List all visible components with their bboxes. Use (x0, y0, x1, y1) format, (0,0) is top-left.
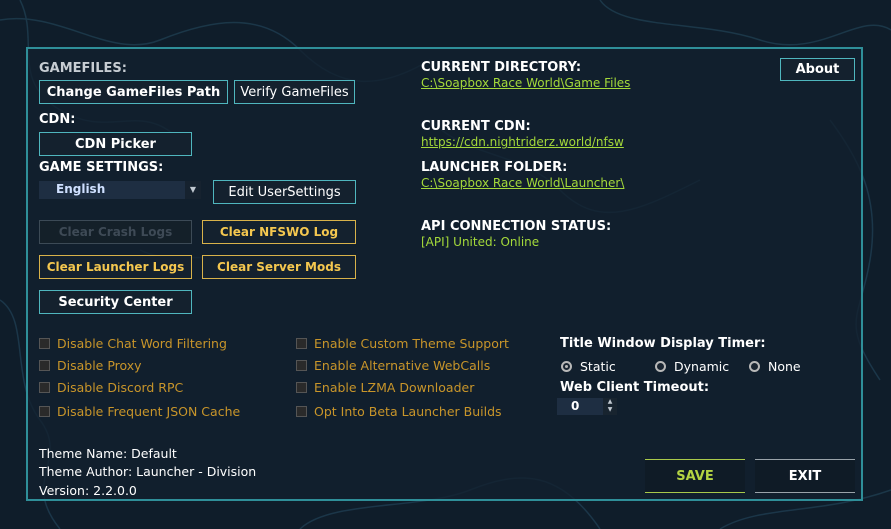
change-gamefiles-path-button[interactable]: Change GameFiles Path (39, 80, 228, 104)
api-status-header: API CONNECTION STATUS: (421, 219, 612, 234)
game-settings-header: GAME SETTINGS: (39, 160, 164, 175)
opt-into-beta-launcher-builds-checkbox[interactable]: Opt Into Beta Launcher Builds (296, 404, 502, 419)
current-directory-header: CURRENT DIRECTORY: (421, 60, 582, 75)
language-select[interactable]: English ▼ (39, 181, 201, 199)
save-button[interactable]: SAVE (645, 459, 745, 493)
disable-frequent-json-cache-checkbox[interactable]: Disable Frequent JSON Cache (39, 404, 240, 419)
theme-version: Version: 2.2.0.0 (39, 483, 137, 498)
theme-name: Theme Name: Default (39, 446, 177, 461)
clear-nfswo-log-button[interactable]: Clear NFSWO Log (202, 220, 356, 244)
checkbox-box[interactable] (39, 338, 50, 349)
api-status-value: [API] United: Online (421, 235, 540, 249)
enable-alternative-webcalls-checkbox[interactable]: Enable Alternative WebCalls (296, 358, 490, 373)
radio-icon[interactable] (749, 361, 760, 372)
disable-proxy-checkbox[interactable]: Disable Proxy (39, 358, 142, 373)
checkbox-label: Enable Alternative WebCalls (314, 358, 491, 373)
edit-usersettings-button[interactable]: Edit UserSettings (213, 180, 356, 204)
security-center-button[interactable]: Security Center (39, 290, 192, 314)
current-cdn-link[interactable]: https://cdn.nightriderz.world/nfsw (421, 135, 624, 149)
cdn-header: CDN: (39, 112, 76, 127)
checkbox-box[interactable] (39, 406, 50, 417)
radio-none[interactable]: None (749, 359, 801, 374)
disable-chat-word-filtering-checkbox[interactable]: Disable Chat Word Filtering (39, 336, 227, 351)
web-timeout-stepper[interactable]: 0 ▲ ▼ (557, 398, 617, 415)
gamefiles-header: GAMEFILES: (39, 61, 127, 76)
exit-button[interactable]: EXIT (755, 459, 855, 493)
checkbox-box[interactable] (39, 382, 50, 393)
enable-custom-theme-support-checkbox[interactable]: Enable Custom Theme Support (296, 336, 509, 351)
spinner-arrows-icon[interactable]: ▲ ▼ (603, 398, 617, 415)
checkbox-box[interactable] (296, 406, 307, 417)
radio-selected-icon[interactable] (561, 361, 572, 372)
language-selected-value: English (56, 182, 106, 196)
title-timer-header: Title Window Display Timer: (560, 336, 766, 351)
enable-lzma-downloader-checkbox[interactable]: Enable LZMA Downloader (296, 380, 474, 395)
about-button[interactable]: About (780, 58, 855, 81)
checkbox-label: Disable Chat Word Filtering (57, 336, 227, 351)
checkbox-box[interactable] (296, 382, 307, 393)
launcher-folder-link[interactable]: C:\Soapbox Race World\Launcher\ (421, 176, 624, 190)
web-timeout-value[interactable]: 0 (571, 398, 603, 415)
radio-icon[interactable] (655, 361, 666, 372)
checkbox-label: Disable Proxy (57, 358, 142, 373)
current-directory-link[interactable]: C:\Soapbox Race World\Game Files (421, 76, 630, 90)
clear-crash-logs-button[interactable]: Clear Crash Logs (39, 220, 192, 244)
checkbox-box[interactable] (39, 360, 50, 371)
checkbox-label: Disable Frequent JSON Cache (57, 404, 241, 419)
clear-launcher-logs-button[interactable]: Clear Launcher Logs (39, 255, 192, 279)
checkbox-box[interactable] (296, 360, 307, 371)
current-cdn-header: CURRENT CDN: (421, 119, 531, 134)
radio-static[interactable]: Static (561, 359, 616, 374)
checkbox-label: Enable LZMA Downloader (314, 380, 475, 395)
radio-label: Dynamic (674, 359, 730, 374)
checkbox-label: Enable Custom Theme Support (314, 336, 509, 351)
theme-author: Theme Author: Launcher - Division (39, 464, 257, 479)
chevron-down-icon[interactable]: ▼ (185, 181, 201, 199)
checkbox-label: Disable Discord RPC (57, 380, 184, 395)
radio-dynamic[interactable]: Dynamic (655, 359, 729, 374)
cdn-picker-button[interactable]: CDN Picker (39, 132, 192, 156)
launcher-folder-header: LAUNCHER FOLDER: (421, 160, 568, 175)
checkbox-box[interactable] (296, 338, 307, 349)
web-timeout-header: Web Client Timeout: (560, 380, 710, 395)
checkbox-label: Opt Into Beta Launcher Builds (314, 404, 502, 419)
radio-label: Static (580, 359, 616, 374)
clear-server-mods-button[interactable]: Clear Server Mods (202, 255, 356, 279)
disable-discord-rpc-checkbox[interactable]: Disable Discord RPC (39, 380, 183, 395)
verify-gamefiles-button[interactable]: Verify GameFiles (234, 80, 355, 104)
radio-label: None (768, 359, 801, 374)
